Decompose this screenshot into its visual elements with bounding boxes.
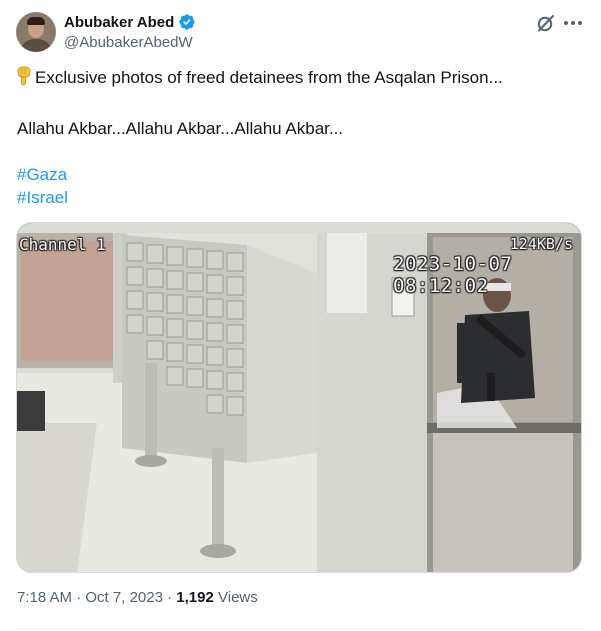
tweet-text-1: Exclusive photos of freed detainees from…	[35, 68, 503, 87]
meta-separator: ·	[76, 589, 82, 606]
pointing-down-emoji	[17, 66, 31, 86]
cctv-bitrate: 124KB/s	[509, 235, 573, 253]
avatar-hair	[27, 17, 45, 25]
views-label: Views	[218, 589, 258, 606]
author-handle[interactable]: @AbubakerAbedW	[64, 34, 193, 51]
tweet-card[interactable]: Abubaker Abed @AbubakerAbedW Exclusive p…	[0, 0, 601, 631]
tweet-media-image[interactable]: Channel 1 124KB/s 2023-10-07 08:12:02	[16, 222, 582, 573]
tweet-text-line-2: Allahu Akbar...Allahu Akbar...Allahu Akb…	[17, 119, 344, 138]
verified-badge-icon[interactable]	[178, 13, 196, 31]
tweet-metadata: 7:18 AM · Oct 7, 2023 · 1,192 Views	[17, 589, 258, 606]
tweet-time[interactable]: 7:18 AM	[17, 589, 72, 606]
meta-separator-2: ·	[167, 589, 173, 606]
tweet-text-line-1: Exclusive photos of freed detainees from…	[17, 66, 503, 89]
divider	[16, 628, 585, 629]
cctv-timestamp: 2023-10-07 08:12:02	[393, 253, 513, 297]
grok-icon[interactable]	[536, 13, 556, 33]
cctv-channel-label: Channel 1	[19, 235, 106, 254]
avatar-shirt	[20, 39, 52, 52]
tweet-date[interactable]: Oct 7, 2023	[85, 589, 163, 606]
author-name-row: Abubaker Abed	[64, 13, 196, 31]
hashtag-israel[interactable]: #Israel	[17, 187, 68, 209]
author-display-name[interactable]: Abubaker Abed	[64, 14, 174, 31]
avatar[interactable]	[16, 12, 56, 52]
hashtag-gaza[interactable]: #Gaza	[17, 164, 67, 186]
views-count: 1,192	[176, 589, 214, 606]
more-options-icon[interactable]	[562, 12, 584, 34]
